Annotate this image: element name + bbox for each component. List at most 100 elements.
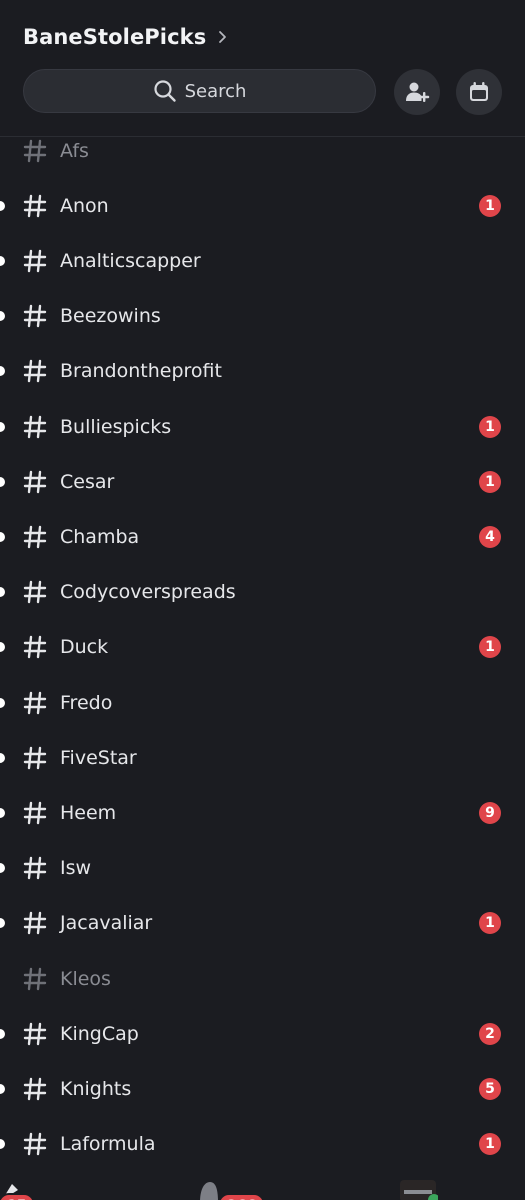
unread-indicator [0, 642, 5, 653]
search-label: Search [184, 80, 247, 102]
text-channel-icon [23, 1132, 47, 1156]
servers-badge: 15 [0, 1193, 36, 1200]
channel-name: Duck [60, 636, 109, 659]
text-channel-icon [23, 304, 47, 328]
text-channel-icon [23, 139, 47, 162]
channel-item[interactable]: Codycoverspreads [0, 565, 525, 620]
channel-name: Afs [60, 139, 89, 162]
unread-indicator [0, 255, 5, 266]
channel-name: Heem [60, 801, 117, 824]
channel-name: Laformula [60, 1133, 156, 1156]
mention-badge: 9 [479, 801, 501, 824]
text-channel-icon [23, 580, 47, 604]
search-bar[interactable]: Search [23, 69, 376, 113]
add-member-icon [406, 82, 430, 102]
channel-name: Bulliespicks [60, 415, 172, 438]
text-channel-icon [23, 249, 47, 273]
channel-name: Chamba [60, 525, 140, 548]
text-channel-icon [23, 801, 47, 825]
channel-list: Afs Anon 1 Analticscapper Beezowins Brandonth… [0, 123, 525, 1200]
channel-item[interactable]: FiveStar [0, 730, 525, 785]
unread-indicator [0, 200, 5, 211]
channel-item[interactable]: Brandontheprofit [0, 344, 525, 399]
channel-item[interactable]: Cesar 1 [0, 454, 525, 509]
text-channel-icon [23, 967, 47, 990]
channel-item[interactable]: KingCap 2 [0, 1006, 525, 1061]
channel-item[interactable]: Isw [0, 841, 525, 896]
channel-name: Knights [60, 1077, 132, 1100]
channel-name: Jacavaliar [60, 912, 153, 935]
text-channel-icon [23, 1022, 47, 1045]
mention-badge: 1 [479, 912, 501, 935]
text-channel-icon [23, 525, 47, 549]
channel-name: Codycoverspreads [60, 581, 236, 604]
text-channel-icon [23, 360, 47, 383]
unread-indicator [0, 1139, 5, 1150]
channel-name: Anon [60, 194, 109, 217]
text-channel-icon [23, 636, 47, 659]
text-channel-icon [23, 691, 47, 714]
unread-indicator [0, 311, 5, 322]
mention-badge: 1 [479, 470, 501, 493]
channel-name: Fredo [60, 691, 113, 714]
channel-item[interactable]: Anon 1 [0, 178, 525, 233]
bottom-navigation: 15 266 [0, 1178, 525, 1200]
channel-item[interactable]: Duck 1 [0, 620, 525, 675]
mention-badge: 1 [479, 415, 501, 438]
search-icon [153, 80, 176, 102]
unread-indicator [0, 476, 5, 487]
mention-badge: 4 [479, 525, 501, 548]
mention-badge: 1 [479, 1133, 501, 1156]
unread-indicator [0, 587, 5, 598]
channel-item[interactable]: Kleos [0, 951, 525, 1006]
server-title-button[interactable]: BaneStolePicks [23, 25, 228, 49]
unread-indicator [0, 863, 5, 874]
invite-members-button[interactable] [394, 69, 440, 115]
channel-name: FiveStar [60, 746, 137, 769]
messages-badge: 266 [218, 1193, 266, 1200]
channel-name: Analticscapper [60, 249, 201, 272]
text-channel-icon [23, 415, 47, 438]
channel-item[interactable]: Heem 9 [0, 785, 525, 840]
unread-indicator [0, 752, 5, 763]
channel-item[interactable]: Beezowins [0, 289, 525, 344]
channel-name: Brandontheprofit [60, 360, 222, 383]
events-button[interactable] [456, 69, 502, 115]
unread-indicator [0, 807, 5, 818]
channel-item[interactable]: Bulliespicks 1 [0, 399, 525, 454]
chevron-right-icon [219, 31, 227, 43]
server-header: BaneStolePicks Search [0, 0, 525, 137]
channel-name: Isw [60, 857, 92, 880]
unread-indicator [0, 366, 5, 377]
text-channel-icon [23, 470, 47, 493]
channel-name: KingCap [60, 1022, 139, 1045]
channel-item[interactable]: Afs [0, 123, 525, 178]
server-name: BaneStolePicks [23, 25, 207, 49]
messages-icon[interactable] [196, 1178, 222, 1200]
text-channel-icon [23, 856, 47, 880]
calendar-icon [470, 82, 488, 101]
channel-name: Kleos [60, 967, 111, 990]
unread-indicator [0, 531, 5, 542]
unread-indicator [0, 697, 5, 708]
unread-indicator [0, 421, 5, 432]
profile-avatar-icon[interactable] [398, 1178, 438, 1200]
unread-indicator [0, 1028, 5, 1039]
text-channel-icon [23, 1077, 47, 1101]
text-channel-icon [23, 746, 47, 769]
mention-badge: 1 [479, 194, 501, 217]
channel-name: Cesar [60, 470, 115, 493]
text-channel-icon [23, 912, 47, 935]
mention-badge: 2 [479, 1022, 501, 1045]
channel-item[interactable]: Fredo [0, 675, 525, 730]
mention-badge: 5 [479, 1077, 501, 1100]
channel-item[interactable]: Jacavaliar 1 [0, 896, 525, 951]
channel-item[interactable]: Laformula 1 [0, 1117, 525, 1172]
channel-item[interactable]: Knights 5 [0, 1061, 525, 1116]
channel-item[interactable]: Analticscapper [0, 233, 525, 288]
unread-indicator [0, 918, 5, 929]
channel-name: Beezowins [60, 305, 161, 328]
unread-indicator [0, 1083, 5, 1094]
mention-badge: 1 [479, 636, 501, 659]
channel-item[interactable]: Chamba 4 [0, 509, 525, 564]
